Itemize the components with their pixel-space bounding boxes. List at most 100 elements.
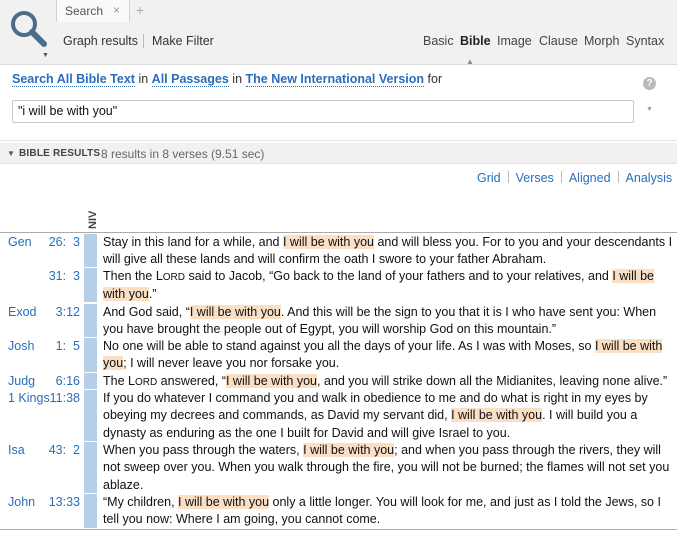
- column-header-divider: [0, 232, 677, 233]
- search-magnifier-icon[interactable]: [8, 8, 52, 58]
- verse-text-before: Then the L: [103, 269, 163, 283]
- result-book-link[interactable]: Judg: [8, 374, 35, 388]
- view-analysis-link[interactable]: Analysis: [626, 171, 673, 185]
- view-divider: [560, 171, 562, 183]
- result-row[interactable]: 1 Kings 11:38 If you do whatever I command…: [0, 390, 677, 442]
- view-aligned-link[interactable]: Aligned: [569, 171, 611, 185]
- help-icon[interactable]: ?: [643, 77, 656, 90]
- graph-results-button[interactable]: Graph results: [63, 34, 138, 48]
- verse-text[interactable]: The LORD answered, “I will be with you, …: [103, 373, 675, 391]
- verse-text-before: The L: [103, 374, 135, 388]
- verse-text-middle: answered, “: [157, 374, 226, 388]
- version-column-header[interactable]: NIV: [87, 211, 99, 229]
- passages-link[interactable]: All Passages: [151, 72, 229, 87]
- verse-small-caps: ORD: [162, 272, 185, 283]
- search-description: Search All Bible Text in All Passages in…: [12, 72, 443, 87]
- result-book-link[interactable]: John: [8, 495, 35, 509]
- result-reference-link[interactable]: 1: 5: [40, 339, 80, 353]
- result-reference-link[interactable]: 43: 2: [40, 443, 80, 457]
- tab-close-icon[interactable]: ×: [113, 3, 120, 17]
- mode-morph-tab[interactable]: Morph: [584, 34, 619, 48]
- verse-text-before: “My children,: [103, 495, 179, 509]
- mode-syntax-tab[interactable]: Syntax: [626, 34, 664, 48]
- search-hit-highlight: I will be with you: [225, 374, 317, 388]
- toolbar-divider: [143, 34, 144, 48]
- result-hit-bar: [84, 304, 97, 337]
- result-row[interactable]: Isa 43: 2 When you pass through the waters…: [0, 442, 677, 494]
- result-hit-bar: [84, 234, 97, 267]
- result-reference-link[interactable]: 26: 3: [40, 235, 80, 249]
- result-book-link[interactable]: Gen: [8, 235, 32, 249]
- search-hit-highlight: I will be with you: [451, 408, 543, 423]
- result-hit-bar: [84, 268, 97, 302]
- verse-text-middle: said to Jacob, “Go back to the land of y…: [185, 269, 613, 283]
- search-query-input[interactable]: "i will be with you": [12, 100, 634, 123]
- result-row[interactable]: Exod 3:12 And God said, “I will be with yo…: [0, 304, 677, 338]
- view-verses-link[interactable]: Verses: [516, 171, 554, 185]
- view-divider: [617, 171, 619, 183]
- result-reference-link[interactable]: 13:33: [40, 495, 80, 509]
- verse-text-before: And God said, “: [103, 305, 190, 319]
- collapse-triangle-icon[interactable]: ▼: [7, 149, 15, 158]
- result-row[interactable]: Judg 6:16 The LORD answered, “I will be wi…: [0, 373, 677, 390]
- desc-for-text: for: [427, 72, 443, 86]
- mode-bible-tab[interactable]: Bible: [460, 34, 491, 48]
- view-switcher: Grid Verses Aligned Analysis: [477, 171, 672, 185]
- version-link[interactable]: The New International Version: [245, 72, 425, 87]
- query-history-chevron-icon[interactable]: ▼: [646, 106, 653, 113]
- result-row[interactable]: 31: 3 Then the LORD said to Jacob, “Go ba…: [0, 268, 677, 303]
- verse-text-after: , and you will strike down all the Midia…: [317, 374, 668, 388]
- result-book-link[interactable]: Isa: [8, 443, 25, 457]
- result-row[interactable]: John 13:33 “My children, I will be with yo…: [0, 494, 677, 529]
- verse-text[interactable]: No one will be able to stand against you…: [103, 338, 675, 373]
- search-hit-highlight: I will be with you: [178, 495, 270, 509]
- search-hit-highlight: I will be with you: [303, 443, 395, 457]
- result-hit-bar: [84, 494, 97, 528]
- verse-text-before: When you pass through the waters,: [103, 443, 304, 457]
- result-row[interactable]: Gen 26: 3 Stay in this land for a while, a…: [0, 234, 677, 268]
- mode-image-tab[interactable]: Image: [497, 34, 532, 48]
- verse-text[interactable]: When you pass through the waters, I will…: [103, 442, 675, 494]
- verse-text-after: ; I will never leave you nor forsake you…: [123, 356, 340, 371]
- desc-in-text: in: [138, 72, 149, 86]
- verse-text[interactable]: And God said, “I will be with you. And t…: [103, 304, 675, 339]
- tab-search[interactable]: Search ×: [56, 0, 130, 22]
- verse-small-caps: ORD: [134, 377, 158, 388]
- active-mode-indicator-icon: ▲: [466, 57, 474, 66]
- result-hit-bar: [84, 390, 97, 441]
- result-hit-bar: [84, 442, 97, 493]
- search-hit-highlight: I will be with you: [282, 235, 374, 249]
- result-hit-bar: [84, 373, 97, 389]
- search-hit-highlight: I will be with you: [189, 305, 281, 319]
- result-reference-link[interactable]: 6:16: [40, 374, 80, 388]
- desc-in-text-2: in: [232, 72, 243, 86]
- add-tab-icon[interactable]: +: [136, 2, 144, 18]
- bible-results-header[interactable]: ▼ BIBLE RESULTS 8 results in 8 verses (9…: [0, 143, 677, 164]
- results-title: BIBLE RESULTS: [19, 148, 101, 159]
- result-reference-link[interactable]: 31: 3: [40, 269, 80, 283]
- divider: [0, 140, 677, 141]
- view-divider: [507, 171, 509, 183]
- view-grid-link[interactable]: Grid: [477, 171, 501, 185]
- tab-search-label: Search: [65, 4, 104, 18]
- make-filter-button[interactable]: Make Filter: [152, 34, 214, 48]
- verse-text-before: Stay in this land for a while, and: [103, 235, 283, 249]
- verse-text[interactable]: If you do whatever I command you and wal…: [103, 390, 675, 442]
- verse-text[interactable]: Stay in this land for a while, and I wil…: [103, 234, 675, 269]
- search-menu-chevron-icon[interactable]: ▼: [42, 52, 49, 59]
- verse-text[interactable]: Then the LORD said to Jacob, “Go back to…: [103, 268, 675, 304]
- search-scope-link[interactable]: Search All Bible Text: [12, 72, 135, 87]
- result-reference-link[interactable]: 3:12: [40, 305, 80, 319]
- mode-clause-tab[interactable]: Clause: [539, 34, 578, 48]
- result-reference-link[interactable]: 11:38: [40, 391, 80, 405]
- result-hit-bar: [84, 338, 97, 372]
- result-book-link[interactable]: Josh: [8, 339, 34, 353]
- verse-text-after: .”: [148, 287, 157, 302]
- verse-text[interactable]: “My children, I will be with you only a …: [103, 494, 675, 529]
- results-bottom-divider: [0, 529, 677, 530]
- search-toolbar: ▼ Search × + Graph results Make Filter B…: [0, 0, 677, 66]
- result-book-link[interactable]: Exod: [8, 305, 37, 319]
- mode-basic-tab[interactable]: Basic: [423, 34, 454, 48]
- result-row[interactable]: Josh 1: 5 No one will be able to stand aga…: [0, 338, 677, 373]
- results-summary: 8 results in 8 verses (9.51 sec): [101, 147, 265, 161]
